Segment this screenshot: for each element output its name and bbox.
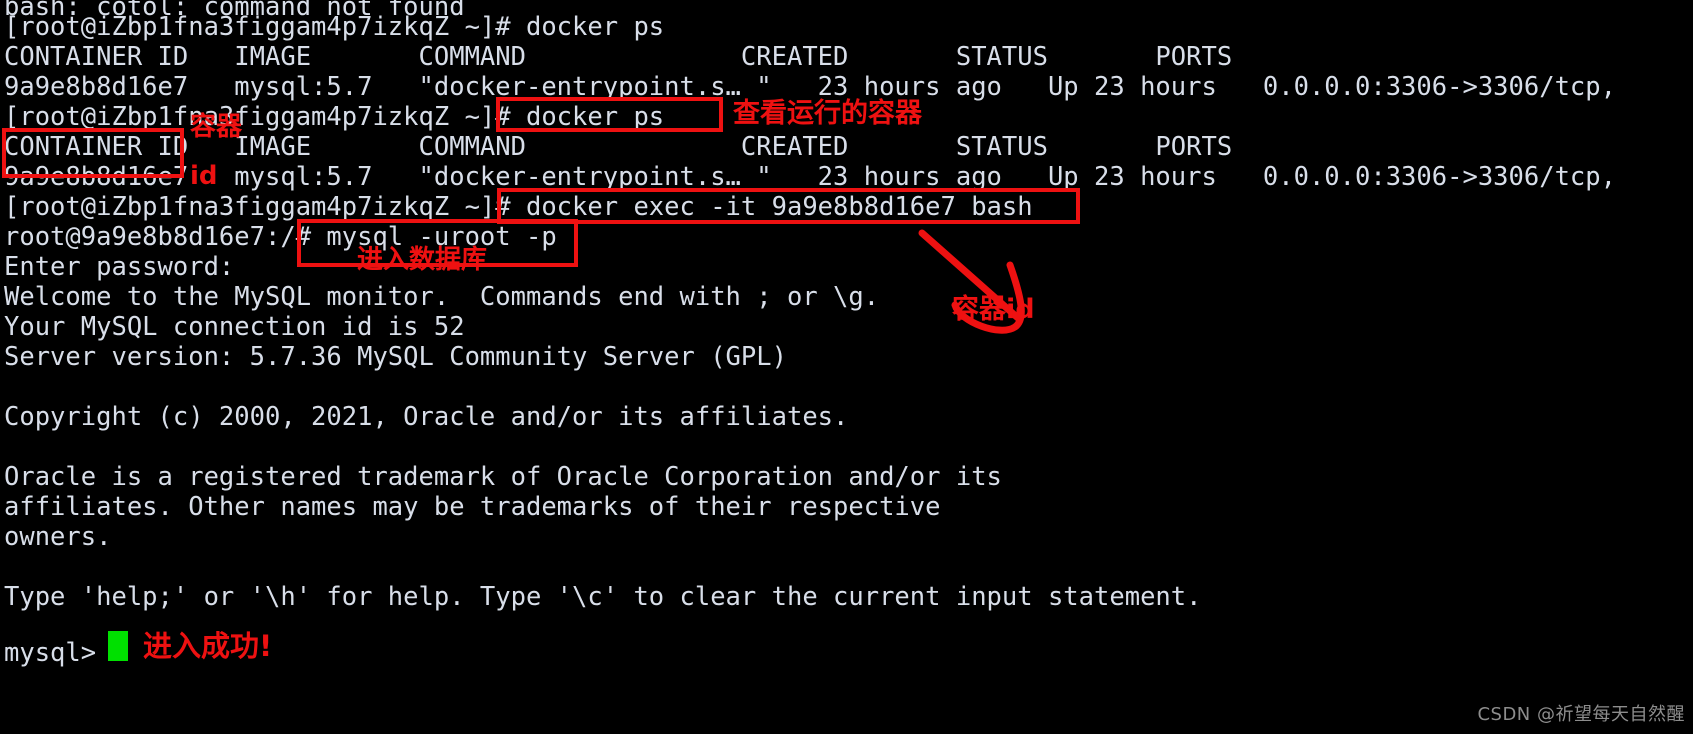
docker-ps-command-box bbox=[496, 97, 723, 132]
annotation-overlay: CSDN @祈望每天自然醒 查看运行的容器 容器 id 进入数据库 容器id 进入成功! bbox=[0, 0, 1693, 734]
label-container-id-suffix: id bbox=[190, 161, 218, 191]
label-enter-database: 进入数据库 bbox=[357, 245, 488, 275]
label-container-id-arrow-target: 容器id bbox=[952, 294, 1035, 325]
container-id-column-box bbox=[2, 128, 184, 178]
csdn-watermark: CSDN @祈望每天自然醒 bbox=[1477, 704, 1685, 725]
label-login-success: 进入成功! bbox=[143, 629, 273, 663]
label-view-running-containers: 查看运行的容器 bbox=[733, 98, 922, 129]
mysql-block-cursor bbox=[108, 631, 128, 661]
docker-exec-command-box bbox=[497, 188, 1080, 224]
label-container-prefix: 容器 bbox=[190, 112, 243, 142]
